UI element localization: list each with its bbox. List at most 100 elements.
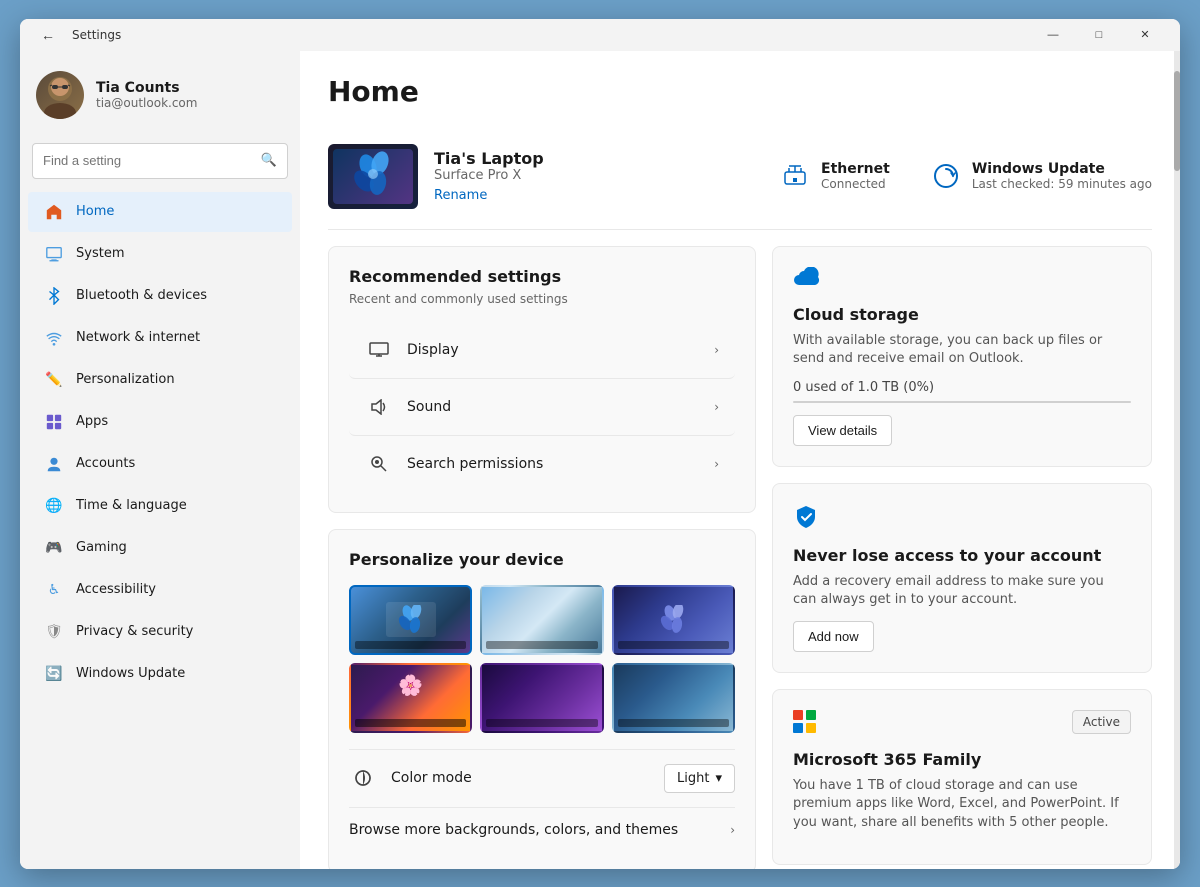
- sidebar-item-gaming[interactable]: 🎮 Gaming: [28, 528, 292, 568]
- sidebar-item-bluetooth[interactable]: Bluetooth & devices: [28, 276, 292, 316]
- sidebar-item-update[interactable]: 🔄 Windows Update: [28, 654, 292, 694]
- sidebar-label-gaming: Gaming: [76, 540, 127, 555]
- browse-chevron: ›: [730, 823, 735, 837]
- gaming-icon: 🎮: [44, 538, 64, 558]
- ethernet-label: Ethernet: [821, 161, 890, 177]
- search-permissions-row[interactable]: Search permissions ›: [349, 436, 735, 492]
- browse-row[interactable]: Browse more backgrounds, colors, and the…: [349, 807, 735, 852]
- search-permissions-chevron: ›: [714, 457, 719, 471]
- sidebar-label-accounts: Accounts: [76, 456, 135, 471]
- add-now-button[interactable]: Add now: [793, 621, 874, 652]
- home-icon: [44, 202, 64, 222]
- wallpaper-6[interactable]: [612, 663, 735, 733]
- sidebar-label-update: Windows Update: [76, 666, 185, 681]
- sidebar-item-time[interactable]: 🌐 Time & language: [28, 486, 292, 526]
- wallpaper-1[interactable]: [349, 585, 472, 655]
- device-thumbnail: [328, 144, 418, 209]
- cloud-icon: [793, 267, 1131, 295]
- sound-icon: [365, 393, 393, 421]
- device-model: Surface Pro X: [434, 168, 763, 183]
- sidebar-item-personalization[interactable]: ✏️ Personalization: [28, 360, 292, 400]
- accessibility-icon: ♿: [44, 580, 64, 600]
- ms365-sq-blue: [793, 723, 803, 733]
- cloud-storage-card: Cloud storage With available storage, yo…: [772, 246, 1152, 467]
- left-column: Recommended settings Recent and commonly…: [328, 246, 756, 869]
- sidebar-item-apps[interactable]: Apps: [28, 402, 292, 442]
- titlebar-title: Settings: [72, 28, 121, 42]
- user-profile[interactable]: Tia Counts tia@outlook.com: [20, 59, 300, 135]
- network-icon: [44, 328, 64, 348]
- titlebar: ← Settings — □ ✕: [20, 19, 1180, 51]
- page-title: Home: [328, 75, 1152, 108]
- color-mode-dropdown-icon: ▾: [715, 771, 722, 786]
- wallpaper-taskbar-1: [355, 641, 466, 649]
- wallpaper-taskbar-3: [618, 641, 729, 649]
- sidebar-item-accounts[interactable]: Accounts: [28, 444, 292, 484]
- ms365-card: Active Microsoft 365 Family You have 1 T…: [772, 689, 1152, 865]
- sidebar-item-home[interactable]: Home: [28, 192, 292, 232]
- maximize-button[interactable]: □: [1076, 19, 1122, 51]
- account-security-desc: Add a recovery email address to make sur…: [793, 573, 1131, 609]
- personalize-title: Personalize your device: [349, 550, 735, 569]
- display-settings-row[interactable]: Display ›: [349, 322, 735, 379]
- ms365-active-badge: Active: [1072, 710, 1131, 734]
- wallpaper-2[interactable]: [480, 585, 603, 655]
- device-rename-link[interactable]: Rename: [434, 188, 487, 203]
- search-permissions-label: Search permissions: [407, 456, 714, 472]
- user-info: Tia Counts tia@outlook.com: [96, 80, 197, 110]
- device-info: Tia's Laptop Surface Pro X Rename: [434, 149, 763, 203]
- security-icon: [793, 504, 1131, 536]
- search-icon: 🔍: [261, 153, 277, 168]
- update-icon: 🔄: [44, 664, 64, 684]
- sidebar-item-network[interactable]: Network & internet: [28, 318, 292, 358]
- user-email: tia@outlook.com: [96, 96, 197, 110]
- privacy-icon: 🛡: [44, 622, 64, 642]
- color-mode-select[interactable]: Light ▾: [664, 764, 735, 793]
- settings-window: ← Settings — □ ✕: [20, 19, 1180, 869]
- sound-settings-row[interactable]: Sound ›: [349, 379, 735, 436]
- windows-update-info: Windows Update Last checked: 59 minutes …: [972, 161, 1152, 191]
- sidebar-item-accessibility[interactable]: ♿ Accessibility: [28, 570, 292, 610]
- wallpaper-taskbar-6: [618, 719, 729, 727]
- search-container: 🔍: [20, 135, 300, 191]
- color-mode-icon: [349, 764, 377, 792]
- two-column-layout: Recommended settings Recent and commonly…: [328, 246, 1152, 869]
- window-content: Tia Counts tia@outlook.com 🔍 Home: [20, 51, 1180, 869]
- back-button[interactable]: ←: [32, 19, 64, 51]
- sidebar-label-system: System: [76, 246, 124, 261]
- bluetooth-icon: [44, 286, 64, 306]
- personalize-card: Personalize your device: [328, 529, 756, 869]
- update-sub: Last checked: 59 minutes ago: [972, 177, 1152, 191]
- sidebar-item-privacy[interactable]: 🛡 Privacy & security: [28, 612, 292, 652]
- display-label: Display: [407, 342, 714, 358]
- avatar-image: [36, 71, 84, 119]
- apps-icon: [44, 412, 64, 432]
- storage-bar-container: 0 used of 1.0 TB (0%): [793, 380, 1131, 403]
- display-icon: [365, 336, 393, 364]
- account-security-title: Never lose access to your account: [793, 546, 1131, 565]
- view-details-button[interactable]: View details: [793, 415, 892, 446]
- search-box[interactable]: 🔍: [32, 143, 288, 179]
- sidebar-label-apps: Apps: [76, 414, 108, 429]
- avatar: [36, 71, 84, 119]
- wallpaper-5[interactable]: [480, 663, 603, 733]
- scrollbar-track[interactable]: [1174, 51, 1180, 869]
- minimize-button[interactable]: —: [1030, 19, 1076, 51]
- system-icon: [44, 244, 64, 264]
- search-input[interactable]: [43, 153, 253, 168]
- scrollbar-thumb[interactable]: [1174, 71, 1180, 171]
- wallpaper-4[interactable]: 🌸: [349, 663, 472, 733]
- close-button[interactable]: ✕: [1122, 19, 1168, 51]
- storage-used-text: 0 used of 1.0 TB (0%): [793, 380, 1131, 395]
- windows-update-icon: [930, 160, 962, 192]
- display-chevron: ›: [714, 343, 719, 357]
- sidebar-item-system[interactable]: System: [28, 234, 292, 274]
- right-column: Cloud storage With available storage, yo…: [772, 246, 1152, 869]
- color-mode-value: Light: [677, 771, 709, 786]
- recommended-subtitle: Recent and commonly used settings: [349, 292, 735, 306]
- accounts-icon: [44, 454, 64, 474]
- user-name: Tia Counts: [96, 80, 197, 96]
- wallpaper-3[interactable]: [612, 585, 735, 655]
- wallpaper-taskbar-2: [486, 641, 597, 649]
- sound-chevron: ›: [714, 400, 719, 414]
